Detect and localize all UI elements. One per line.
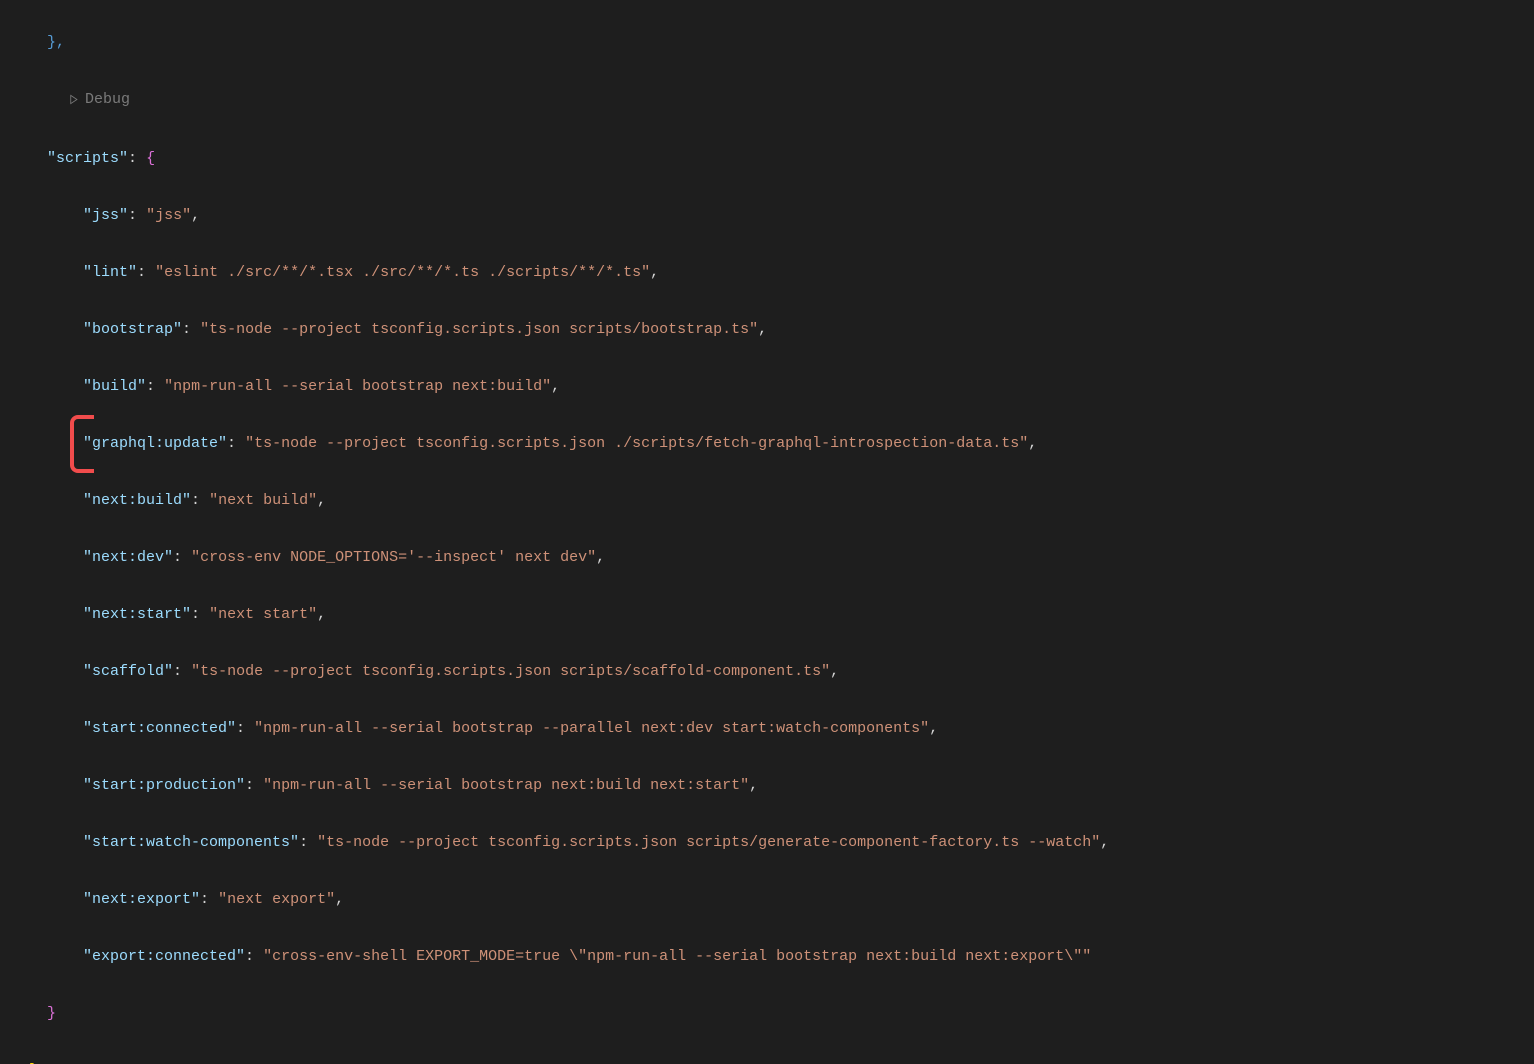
close-brace: }: [29, 1062, 38, 1064]
json-value: "jss": [146, 207, 191, 224]
code-line: "export:connected": "cross-env-shell EXP…: [20, 943, 1534, 972]
annotation-bracket: [70, 415, 94, 473]
code-line: }: [20, 1057, 1534, 1064]
json-key: "start:connected": [83, 720, 236, 737]
json-value: "cross-env NODE_OPTIONS='--inspect' next…: [191, 549, 596, 566]
json-key: "scaffold": [83, 663, 173, 680]
json-value: "ts-node --project tsconfig.scripts.json…: [200, 321, 758, 338]
json-value: "npm-run-all --serial bootstrap next:bui…: [164, 378, 551, 395]
play-icon: [68, 94, 79, 105]
json-value: "ts-node --project tsconfig.scripts.json…: [317, 834, 1100, 851]
close-brace: },: [47, 34, 65, 51]
code-line: },: [20, 29, 1534, 58]
json-key: "lint": [83, 264, 137, 281]
json-value: "next export": [218, 891, 335, 908]
json-key: "build": [83, 378, 146, 395]
debug-codelens[interactable]: Debug: [20, 86, 1534, 117]
code-line: "next:build": "next build",: [20, 487, 1534, 516]
open-brace: {: [146, 150, 155, 167]
json-key: "bootstrap": [83, 321, 182, 338]
code-line: "bootstrap": "ts-node --project tsconfig…: [20, 316, 1534, 345]
json-value: "next build": [209, 492, 317, 509]
json-value: "cross-env-shell EXPORT_MODE=true \"npm-…: [263, 948, 1091, 965]
json-key: "next:dev": [83, 549, 173, 566]
code-line: "scripts": {: [20, 145, 1534, 174]
code-line: "build": "npm-run-all --serial bootstrap…: [20, 373, 1534, 402]
json-key: "start:production": [83, 777, 245, 794]
code-line: "lint": "eslint ./src/**/*.tsx ./src/**/…: [20, 259, 1534, 288]
json-key: "start:watch-components": [83, 834, 299, 851]
json-key: "export:connected": [83, 948, 245, 965]
code-line: }: [20, 1000, 1534, 1029]
json-key: "graphql:update": [83, 435, 227, 452]
json-value: "npm-run-all --serial bootstrap --parall…: [254, 720, 929, 737]
json-key: "scripts": [47, 150, 128, 167]
code-line: "next:export": "next export",: [20, 886, 1534, 915]
code-line: "start:watch-components": "ts-node --pro…: [20, 829, 1534, 858]
code-editor[interactable]: }, Debug "scripts": { "jss": "jss", "lin…: [0, 0, 1534, 1064]
code-line: "next:dev": "cross-env NODE_OPTIONS='--i…: [20, 544, 1534, 573]
json-key: "next:build": [83, 492, 191, 509]
code-line: "jss": "jss",: [20, 202, 1534, 231]
json-value: "next start": [209, 606, 317, 623]
json-key: "jss": [83, 207, 128, 224]
debug-label: Debug: [85, 86, 130, 115]
json-value: "ts-node --project tsconfig.scripts.json…: [191, 663, 830, 680]
code-line: "scaffold": "ts-node --project tsconfig.…: [20, 658, 1534, 687]
editor-content[interactable]: }, Debug "scripts": { "jss": "jss", "lin…: [0, 0, 1534, 1064]
json-key: "next:start": [83, 606, 191, 623]
code-line: "start:connected": "npm-run-all --serial…: [20, 715, 1534, 744]
json-value: "npm-run-all --serial bootstrap next:bui…: [263, 777, 749, 794]
json-key: "next:export": [83, 891, 200, 908]
json-value: "eslint ./src/**/*.tsx ./src/**/*.ts ./s…: [155, 264, 650, 281]
code-line: "start:production": "npm-run-all --seria…: [20, 772, 1534, 801]
code-line: "next:start": "next start",: [20, 601, 1534, 630]
close-brace: }: [47, 1005, 56, 1022]
json-value: "ts-node --project tsconfig.scripts.json…: [245, 435, 1028, 452]
code-line: "graphql:update": "ts-node --project tsc…: [20, 430, 1534, 459]
